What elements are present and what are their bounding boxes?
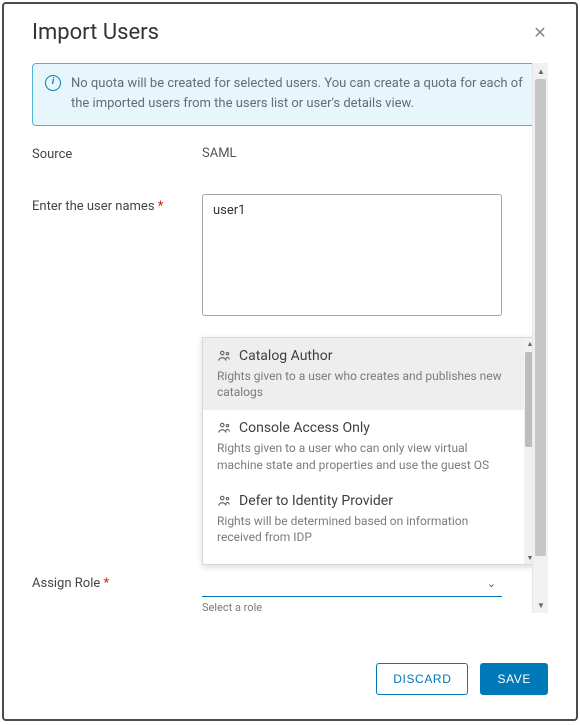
- info-text: No quota will be created for selected us…: [71, 76, 523, 111]
- scrollbar-thumb[interactable]: [535, 79, 546, 556]
- usernames-label: Enter the user names *: [32, 194, 202, 320]
- required-asterisk: *: [103, 576, 109, 591]
- required-asterisk: *: [158, 199, 164, 214]
- role-option-desc: Rights given to a user who can only view…: [217, 440, 510, 472]
- scroll-up-icon[interactable]: ▲: [533, 63, 549, 79]
- role-option-catalog-author[interactable]: Catalog Author Rights given to a user wh…: [203, 338, 524, 410]
- role-dropdown-panel: Catalog Author Rights given to a user wh…: [202, 337, 537, 565]
- role-option-title: Catalog Author: [239, 348, 332, 364]
- source-value: SAML: [202, 142, 548, 164]
- modal-header: Import Users ✕: [4, 4, 576, 55]
- source-row: Source SAML: [32, 142, 548, 164]
- role-helper-text: Select a role: [202, 601, 528, 614]
- role-label: Assign Role *: [32, 571, 202, 614]
- save-button[interactable]: SAVE: [480, 663, 548, 695]
- role-option-title: Defer to Identity Provider: [239, 493, 393, 509]
- role-option-desc: Rights given to a user who creates and p…: [217, 368, 510, 400]
- import-users-modal: Import Users ✕ i No quota will be create…: [2, 2, 578, 721]
- scroll-down-icon[interactable]: ▼: [533, 597, 549, 613]
- role-option-defer-idp[interactable]: Defer to Identity Provider Rights will b…: [203, 483, 524, 555]
- usernames-input[interactable]: [202, 194, 502, 316]
- role-option-k8s-author[interactable]: Kubernetes Cluster Author Assign this ro…: [203, 555, 524, 564]
- modal-body: i No quota will be created for selected …: [4, 55, 576, 651]
- role-icon: [217, 494, 231, 508]
- discard-button[interactable]: DISCARD: [376, 663, 468, 695]
- body-scrollbar[interactable]: ▲ ▼: [532, 63, 548, 613]
- role-icon: [217, 349, 231, 363]
- source-label: Source: [32, 142, 202, 164]
- role-option-desc: Rights will be determined based on infor…: [217, 513, 510, 545]
- info-banner: i No quota will be created for selected …: [32, 63, 548, 126]
- role-row: Assign Role * ⌄ Select a role: [32, 571, 528, 614]
- close-icon[interactable]: ✕: [532, 25, 548, 41]
- modal-title: Import Users: [32, 20, 159, 45]
- info-icon: i: [45, 75, 61, 91]
- scroll-region: i No quota will be created for selected …: [32, 63, 548, 633]
- role-option-title: Console Access Only: [239, 420, 370, 436]
- role-icon: [217, 421, 231, 435]
- role-option-console-access[interactable]: Console Access Only Rights given to a us…: [203, 410, 524, 482]
- usernames-row: Enter the user names *: [32, 194, 548, 320]
- modal-footer: DISCARD SAVE: [4, 651, 576, 719]
- role-select-input[interactable]: [202, 571, 502, 597]
